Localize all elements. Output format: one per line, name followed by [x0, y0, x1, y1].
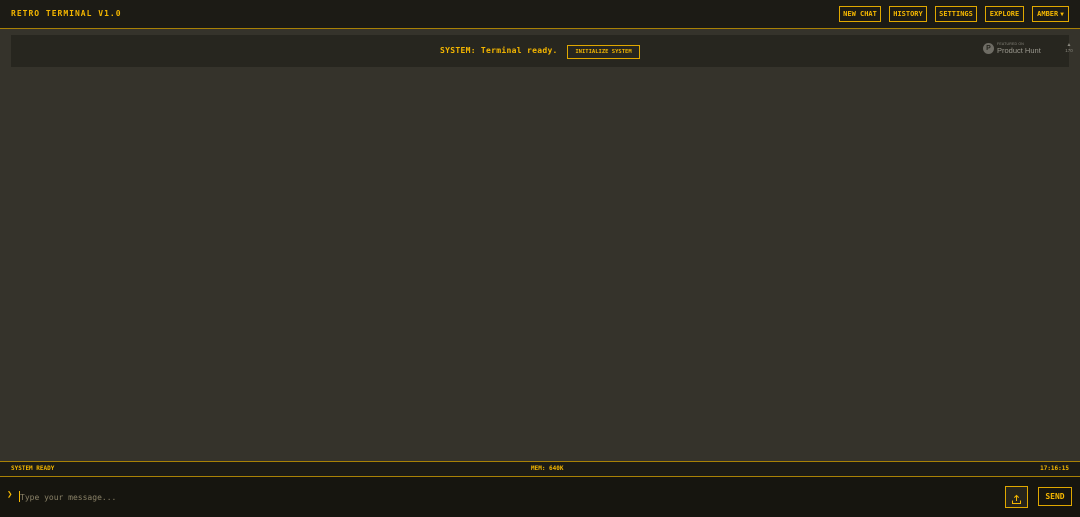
explore-button[interactable]: EXPLORE — [985, 6, 1024, 22]
send-button[interactable]: SEND — [1038, 487, 1072, 506]
upvote-count: 170 — [1065, 48, 1073, 53]
input-bar: ❯ SEND — [0, 477, 1080, 517]
message-input[interactable] — [20, 489, 990, 505]
app-window: RETRO TERMINAL V1.0 NEW CHAT HISTORY SET… — [0, 0, 1080, 517]
settings-button[interactable]: SETTINGS — [935, 6, 977, 22]
prompt-chevron-icon: ❯ — [7, 490, 13, 500]
system-status: SYSTEM READY — [11, 465, 55, 472]
chat-area: SYSTEM: Terminal ready. INITIALIZE SYSTE… — [0, 29, 1080, 461]
product-hunt-name: Product Hunt — [997, 46, 1041, 55]
theme-select-label: AMBER — [1037, 10, 1059, 18]
app-title: RETRO TERMINAL V1.0 — [11, 9, 122, 18]
status-bar: SYSTEM READY MEM: 640K 17:16:15 — [0, 461, 1080, 477]
initialize-system-button[interactable]: INITIALIZE SYSTEM — [567, 45, 640, 59]
header: RETRO TERMINAL V1.0 NEW CHAT HISTORY SET… — [0, 0, 1080, 29]
system-banner: SYSTEM: Terminal ready. INITIALIZE SYSTE… — [11, 35, 1073, 67]
history-button[interactable]: HISTORY — [889, 6, 927, 22]
system-message: SYSTEM: Terminal ready. — [440, 46, 558, 55]
chevron-down-icon: ▼ — [1060, 11, 1064, 18]
new-chat-button[interactable]: NEW CHAT — [839, 6, 881, 22]
clock: 17:16:15 — [1040, 465, 1069, 472]
product-hunt-badge[interactable]: P FEATURED ON Product Hunt ▲ 170 — [981, 41, 1073, 57]
product-hunt-logo-icon: P — [983, 43, 994, 54]
upvote: ▲ 170 — [1065, 43, 1073, 54]
memory-indicator: MEM: 640K — [531, 465, 564, 472]
theme-select[interactable]: AMBER ▼ — [1032, 6, 1069, 22]
upload-button[interactable] — [1005, 486, 1028, 508]
upload-icon — [1012, 494, 1021, 504]
